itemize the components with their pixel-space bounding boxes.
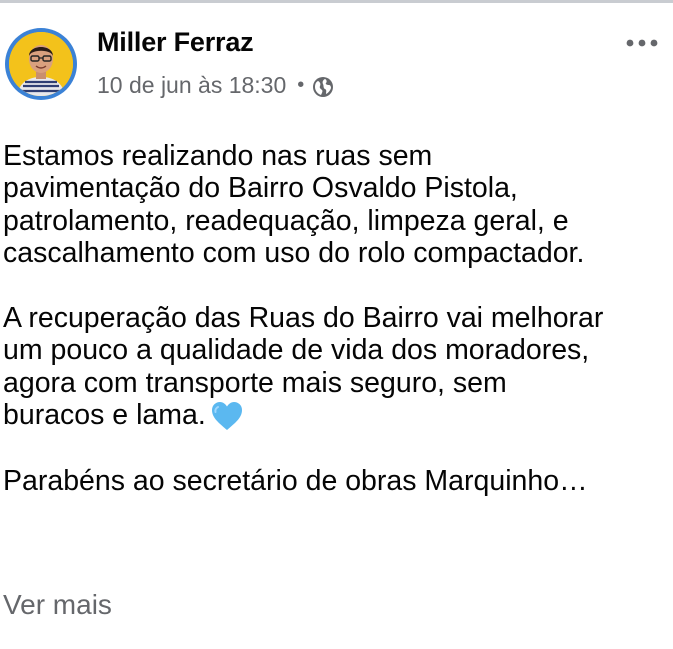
- see-more-link[interactable]: Ver mais: [3, 589, 112, 621]
- text-line: Estamos realizando nas ruas sem: [3, 140, 433, 172]
- author-avatar[interactable]: [5, 28, 77, 100]
- post-text: Estamos realizando nas ruas sem paviment…: [3, 140, 671, 529]
- author-name[interactable]: Miller Ferraz: [97, 27, 254, 58]
- avatar-person-icon: [9, 32, 73, 96]
- post-meta: 10 de jun às 18:30 •: [97, 72, 334, 99]
- text-line: A recuperação das Ruas do Bairro vai mel…: [3, 302, 604, 335]
- text-line: patrolamento, readequação, limpeza geral…: [3, 204, 569, 237]
- avatar-photo: [9, 32, 73, 96]
- meta-separator: •: [297, 74, 305, 96]
- text-line: um pouco a qualidade de vida dos morador…: [3, 334, 590, 367]
- text-line: pavimentação do Bairro Osvaldo Pistola,: [3, 172, 518, 205]
- post-paragraph-2: A recuperação das Ruas do Bairro vai mel…: [3, 302, 671, 432]
- text-line: Parabéns ao secretário de obras Marquinh…: [3, 464, 588, 497]
- post-timestamp[interactable]: 10 de jun às 18:30: [97, 72, 286, 99]
- post-paragraph-1: Estamos realizando nas ruas sem paviment…: [3, 140, 671, 270]
- globe-icon[interactable]: [312, 76, 334, 98]
- text-line-with-emoji: buracos e lama.: [3, 399, 671, 432]
- blue-heart-emoji-icon: [210, 400, 244, 432]
- text-line: buracos e lama.: [3, 399, 206, 432]
- more-options-icon[interactable]: [624, 36, 660, 50]
- top-divider: [0, 0, 673, 3]
- text-line: cascalhamento com uso do rolo compactado…: [3, 237, 585, 270]
- text-line: agora com transporte mais seguro, sem: [3, 366, 507, 399]
- post-paragraph-3: Parabéns ao secretário de obras Marquinh…: [3, 465, 671, 497]
